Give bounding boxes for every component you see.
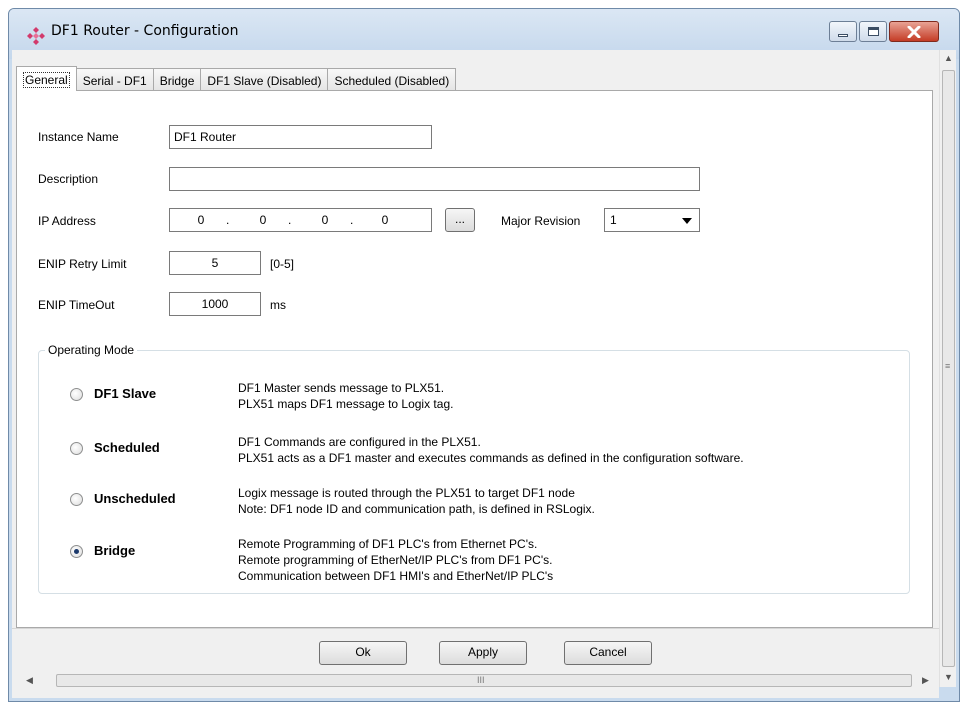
maximize-button[interactable] — [859, 21, 887, 42]
client-area: General Serial - DF1 Bridge DF1 Slave (D… — [12, 50, 939, 698]
ip-browse-button[interactable]: ... — [445, 208, 475, 232]
tab-serial-df1[interactable]: Serial - DF1 — [75, 68, 154, 91]
dropdown-arrow-icon — [682, 218, 692, 224]
desc-line: Note: DF1 node ID and communication path… — [238, 502, 595, 516]
tab-label: General — [23, 72, 70, 88]
major-revision-select[interactable]: 1 — [604, 208, 700, 232]
horizontal-scrollbar[interactable]: ◀ III ▶ — [12, 672, 939, 689]
ip-dot: . — [226, 213, 230, 227]
minimize-icon — [838, 33, 848, 37]
radio-scheduled[interactable] — [70, 442, 83, 455]
tab-strip: General Serial - DF1 Bridge DF1 Slave (D… — [16, 66, 457, 91]
window-title: DF1 Router - Configuration — [51, 23, 239, 39]
desc-line: Remote programming of EtherNet/IP PLC's … — [238, 553, 553, 567]
tab-scheduled[interactable]: Scheduled (Disabled) — [327, 68, 457, 91]
mode-unscheduled-label[interactable]: Unscheduled — [94, 491, 176, 506]
mode-unscheduled-desc: Logix message is routed through the PLX5… — [238, 485, 595, 517]
scroll-left-arrow-icon[interactable]: ◀ — [26, 675, 33, 686]
enip-retry-limit-field[interactable]: 5 — [169, 251, 261, 275]
cancel-button[interactable]: Cancel — [564, 641, 652, 665]
radio-df1-slave[interactable] — [70, 388, 83, 401]
horizontal-scroll-thumb[interactable]: III — [56, 674, 912, 687]
close-button[interactable] — [889, 21, 939, 42]
tab-general[interactable]: General — [16, 66, 77, 91]
tab-df1-slave[interactable]: DF1 Slave (Disabled) — [200, 68, 329, 91]
close-icon — [907, 25, 921, 38]
mode-bridge-label[interactable]: Bridge — [94, 543, 135, 558]
desc-line: Remote Programming of DF1 PLC's from Eth… — [238, 537, 538, 551]
mode-scheduled-desc: DF1 Commands are configured in the PLX51… — [238, 434, 744, 466]
operating-mode-title: Operating Mode — [45, 343, 138, 357]
scroll-up-arrow-icon[interactable]: ▲ — [944, 53, 953, 63]
radio-bridge[interactable] — [70, 545, 83, 558]
mode-scheduled-label[interactable]: Scheduled — [94, 440, 160, 455]
ip-octet-4[interactable]: 0 — [370, 213, 400, 227]
description-field[interactable] — [169, 167, 700, 191]
apply-button[interactable]: Apply — [439, 641, 527, 665]
main-area: General Serial - DF1 Bridge DF1 Slave (D… — [12, 50, 939, 628]
vertical-scrollbar[interactable]: ▲ ≡ ▼ — [939, 50, 956, 687]
enip-retry-limit-label: ENIP Retry Limit — [38, 257, 127, 271]
ip-octet-1[interactable]: 0 — [186, 213, 216, 227]
mode-df1-slave-label[interactable]: DF1 Slave — [94, 386, 156, 401]
enip-timeout-field[interactable]: 1000 — [169, 292, 261, 316]
instance-name-field[interactable]: DF1 Router — [169, 125, 432, 149]
grip-icon: ≡ — [945, 361, 951, 371]
ip-dot: . — [350, 213, 354, 227]
ok-button[interactable]: Ok — [319, 641, 407, 665]
major-revision-value: 1 — [610, 213, 617, 227]
grip-icon: III — [477, 675, 485, 685]
desc-line: DF1 Commands are configured in the PLX51… — [238, 435, 481, 449]
desc-line: PLX51 maps DF1 message to Logix tag. — [238, 397, 454, 411]
tab-bridge[interactable]: Bridge — [152, 68, 202, 91]
ip-octet-2[interactable]: 0 — [248, 213, 278, 227]
enip-retry-range: [0-5] — [270, 257, 295, 271]
minimize-button[interactable] — [829, 21, 857, 42]
scroll-down-arrow-icon[interactable]: ▼ — [944, 672, 953, 682]
vertical-scroll-thumb[interactable]: ≡ — [942, 70, 955, 667]
description-label: Description — [38, 172, 99, 186]
enip-timeout-unit: ms — [270, 298, 286, 312]
ip-dot: . — [288, 213, 292, 227]
desc-line: PLX51 acts as a DF1 master and executes … — [238, 451, 744, 465]
enip-timeout-label: ENIP TimeOut — [38, 298, 115, 312]
ip-octet-3[interactable]: 0 — [310, 213, 340, 227]
mode-df1-slave-desc: DF1 Master sends message to PLX51. PLX51… — [238, 380, 453, 412]
dialog-window: DF1 Router - Configuration General Seria… — [8, 8, 960, 702]
major-revision-label: Major Revision — [501, 214, 581, 228]
ip-address-label: IP Address — [38, 214, 96, 228]
desc-line: Logix message is routed through the PLX5… — [238, 486, 575, 500]
scroll-right-arrow-icon[interactable]: ▶ — [922, 675, 929, 686]
app-icon — [27, 27, 45, 45]
desc-line: Communication between DF1 HMI's and Ethe… — [238, 569, 554, 583]
maximize-icon — [867, 27, 879, 36]
ip-address-field[interactable]: 0 . 0 . 0 . 0 — [169, 208, 432, 232]
desc-line: DF1 Master sends message to PLX51. — [238, 381, 445, 395]
mode-bridge-desc: Remote Programming of DF1 PLC's from Eth… — [238, 536, 553, 584]
radio-unscheduled[interactable] — [70, 493, 83, 506]
instance-name-label: Instance Name — [38, 130, 119, 144]
